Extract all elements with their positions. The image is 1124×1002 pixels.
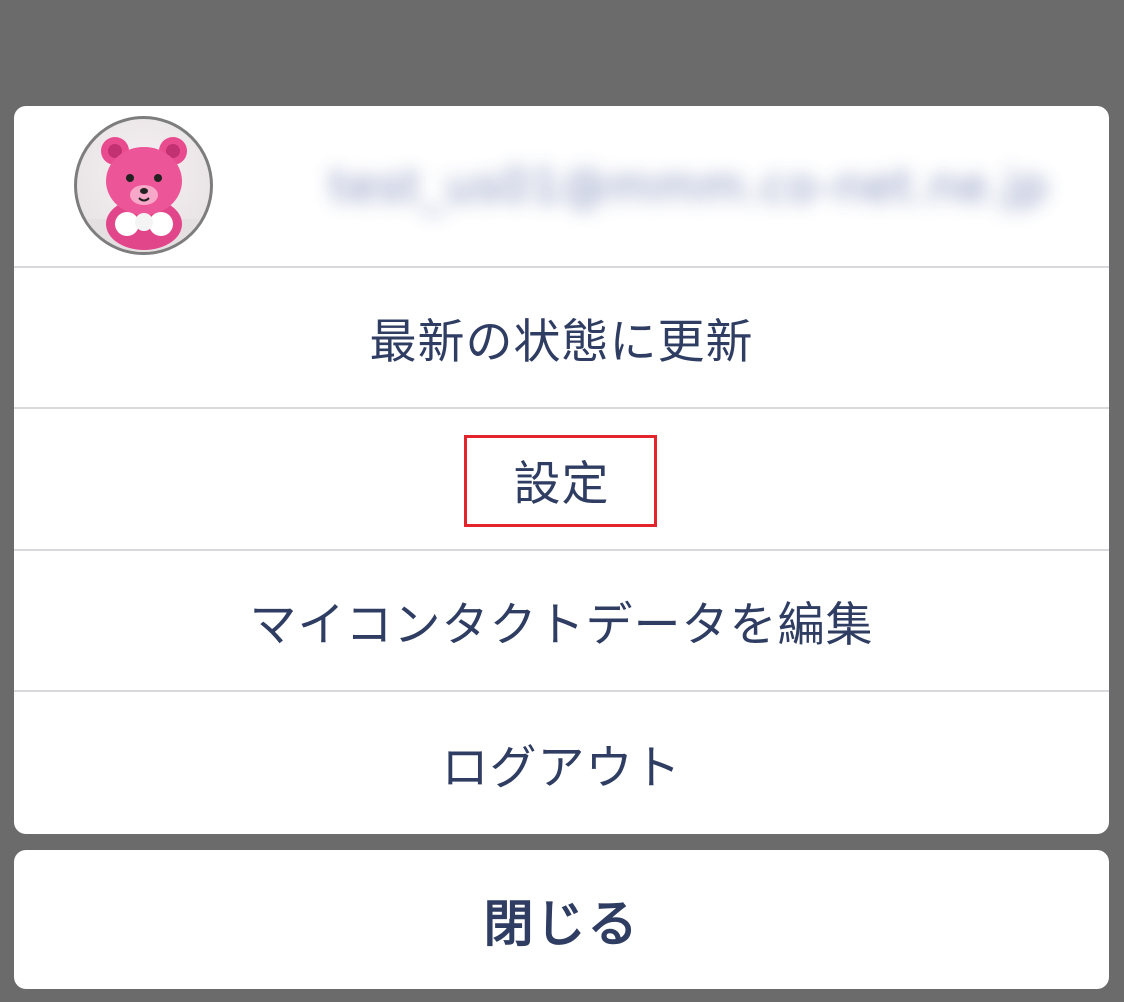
- logout-label: ログアウト: [441, 741, 682, 796]
- action-sheet: test_us01@mmm.co-net.ne.jp 最新の状態に更新 設定 マ…: [14, 106, 1109, 834]
- account-email: test_us01@mmm.co-net.ne.jp: [329, 159, 1049, 213]
- edit-my-contact-label: マイコンタクトデータを編集: [249, 598, 874, 653]
- edit-my-contact-menu-item[interactable]: マイコンタクトデータを編集: [14, 551, 1109, 692]
- settings-label: 設定: [513, 457, 610, 512]
- close-label: 閉じる: [483, 894, 640, 953]
- refresh-menu-item[interactable]: 最新の状態に更新: [14, 268, 1109, 409]
- avatar: [74, 116, 213, 255]
- teddy-bear-avatar-icon: [77, 137, 210, 252]
- account-row: test_us01@mmm.co-net.ne.jp: [14, 106, 1109, 268]
- settings-menu-item[interactable]: 設定: [14, 410, 1109, 551]
- close-button[interactable]: 閉じる: [14, 850, 1109, 989]
- logout-menu-item[interactable]: ログアウト: [14, 693, 1109, 834]
- refresh-label: 最新の状態に更新: [369, 315, 754, 370]
